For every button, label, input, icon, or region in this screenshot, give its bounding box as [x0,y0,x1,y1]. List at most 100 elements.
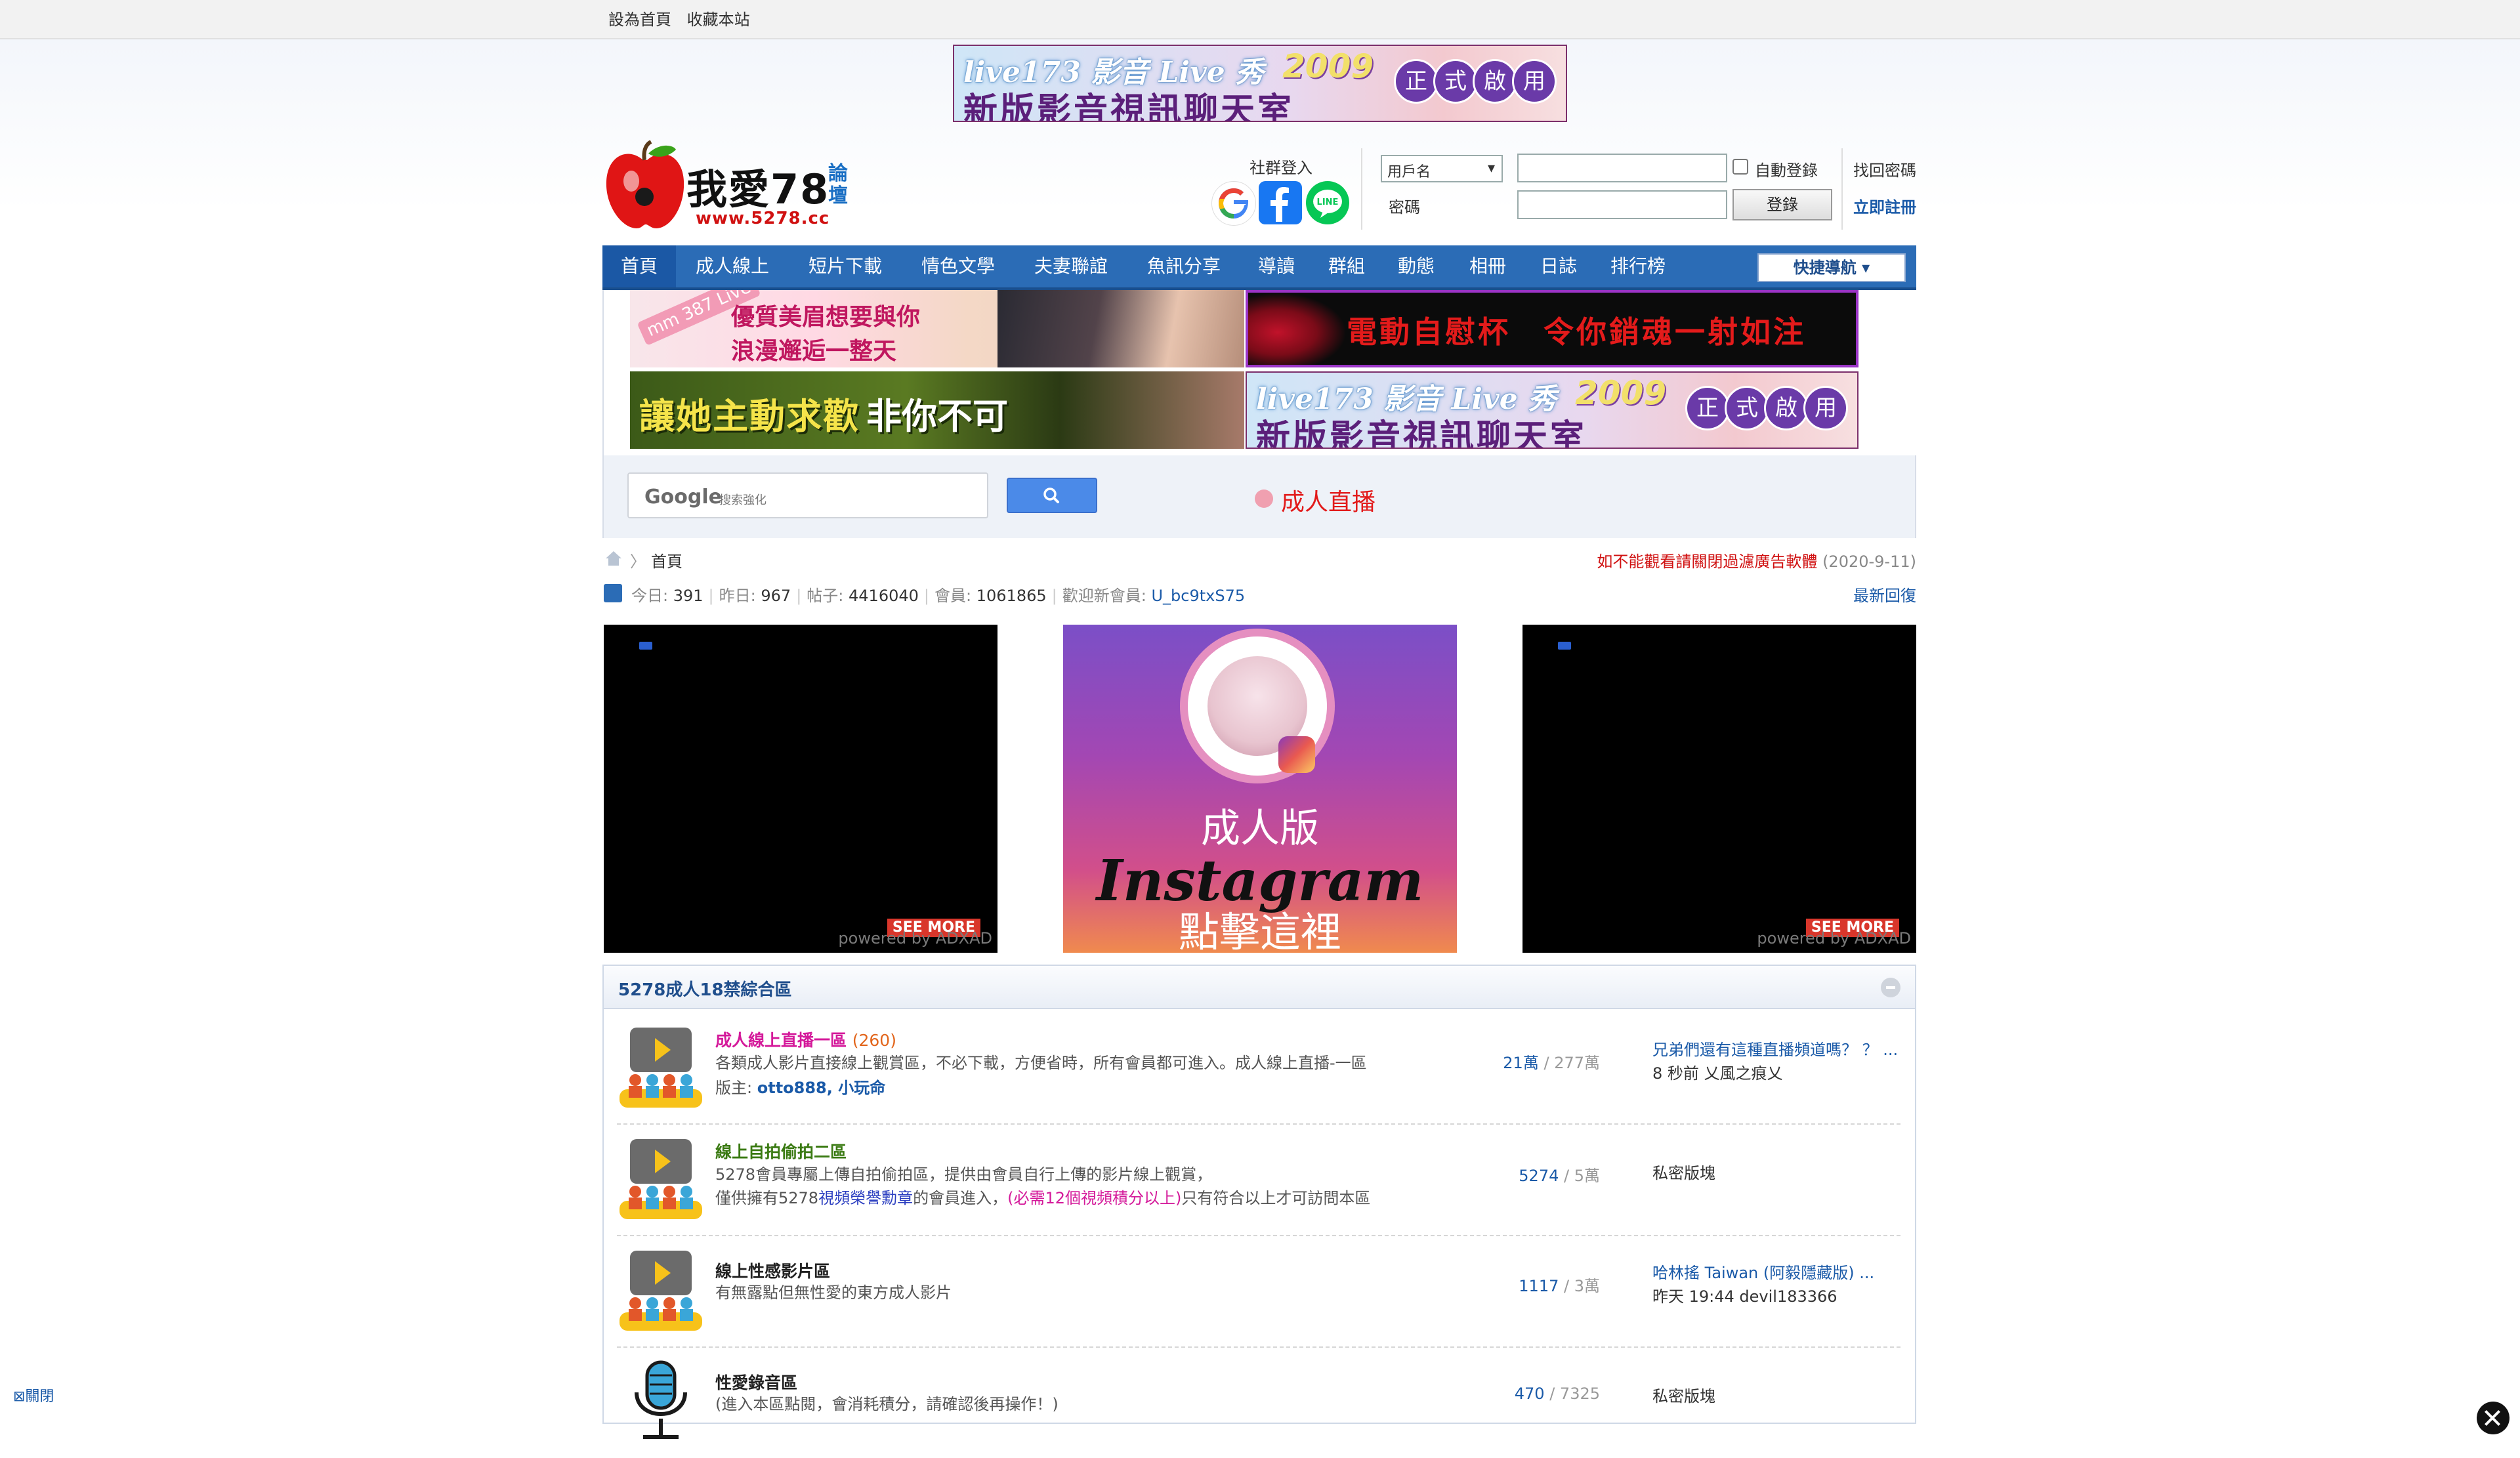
username-input[interactable] [1517,154,1727,182]
forum-description: 各類成人影片直接線上觀賞區，不必下載，方便省時，所有會員都可進入。成人線上直播-… [715,1054,1367,1072]
video-ad-tile[interactable]: SEE MORE powered by ADXAD [604,625,998,953]
forum-row: 線上性感影片區 有無露點但無性愛的東方成人影片 1117 / 3萬 哈林搖 Ta… [617,1236,1900,1348]
nav-item-share[interactable]: 魚訊分享 [1127,245,1240,287]
video-forum-icon[interactable] [617,1247,705,1335]
breadcrumb-separator: 〉 [630,552,646,571]
breadcrumb-home[interactable]: 首頁 [651,549,682,572]
desc-highlight: (必需12個視頻積分以上) [1007,1189,1182,1207]
live-ad-banner[interactable]: live173 影音 Live 秀 2009 新版影音視訊聊天室 正式啟用 [1246,371,1858,449]
stat-label: 會員: [934,587,972,605]
bookmark-site-link[interactable]: 收藏本站 [687,10,750,29]
moderator-links[interactable]: otto888, 小玩命 [757,1079,886,1097]
video-forum-icon[interactable] [617,1024,705,1112]
ad-badge: 啟 [1764,386,1809,430]
search-sub-label: 搜索強化 [719,493,766,507]
cup-ad-banner[interactable]: 電動自慰杯 令你銷魂一射如注 [1246,290,1858,367]
microphone-icon[interactable] [617,1358,705,1446]
home-icon[interactable] [604,549,623,568]
line-icon[interactable]: LINE [1306,181,1349,224]
login-button[interactable]: 登錄 [1732,189,1832,220]
forum-row: 線上自拍偷拍二區 5278會員專屬上傳自拍偷拍區，提供由會員自行上傳的影片線上觀… [617,1125,1900,1236]
category-header: 5278成人18禁綜合區 [604,966,1915,1009]
forum-posts: 7325 [1559,1385,1600,1403]
last-post-meta: 8 秒前 乂風之痕乂 [1652,1064,1783,1083]
medal-link[interactable]: 視頻榮譽勳章 [818,1189,913,1207]
close-icon[interactable] [2477,1402,2510,1434]
anime-ad-banner[interactable]: mm 387 Live 優質美眉想要與你 浪漫邂逅一整天 [630,290,1244,367]
separator [1361,148,1362,230]
chevron-down-icon: ▾ [1487,160,1495,177]
live-stream-link[interactable]: 成人直播 [1281,483,1376,517]
nav-item-literature[interactable]: 情色文學 [902,245,1015,287]
instagram-ad-tile[interactable]: 成人版 Instagram 點擊這裡 [1063,625,1457,953]
nav-item-short-video[interactable]: 短片下載 [789,245,902,287]
last-post-link[interactable]: 兄弟們還有這種直播頻道嗎？ ？ ... [1652,1038,1898,1062]
instagram-icon [1278,736,1315,773]
nav-item-albums[interactable]: 相冊 [1452,245,1524,287]
forum-counts: 5274 / 5萬 [1519,1167,1600,1185]
ad-year: 2009 [1282,47,1374,85]
quick-nav-label: 快捷導航 [1793,259,1857,277]
forum-posts: 5萬 [1574,1167,1600,1185]
category-title[interactable]: 5278成人18禁綜合區 [618,976,792,1001]
last-post-link[interactable]: 哈林搖 Taiwan (阿毅隱藏版) ... [1652,1261,1874,1285]
ad-text: 讓她主動求歡 [639,396,860,437]
nav-item-guide[interactable]: 導讀 [1240,245,1312,287]
video-ad-tile[interactable]: SEE MORE powered by ADXAD [1522,625,1916,953]
find-password-link[interactable]: 找回密碼 [1853,157,1916,180]
google-search-input[interactable]: Google 搜索強化 [627,472,988,518]
nav-item-ranking[interactable]: 排行榜 [1593,245,1683,287]
forum-description-line: 僅供擁有5278視頻榮譽勳章的會員進入，(必需12個視頻積分以上)只有符合以上才… [715,1186,1370,1210]
forum-counts: 470 / 7325 [1514,1385,1600,1403]
logo-text[interactable]: 我愛78 [686,156,830,215]
forum-description: (進入本區點閱，會消耗積分，請確認後再操作！) [715,1395,1059,1413]
forum-name-link[interactable]: 成人線上直播一區 (260) [715,1028,896,1051]
forum-name-link[interactable]: 線上性感影片區 [715,1259,830,1282]
quick-nav-button[interactable]: 快捷導航 ▾ [1757,253,1906,282]
password-label: 密碼 [1389,198,1420,217]
nav-item-blogs[interactable]: 日誌 [1524,245,1593,287]
forum-last-post: 私密版塊 [1652,1161,1715,1185]
google-logo: Google [644,486,722,509]
stat-yesterday: 967 [761,587,791,605]
ad-badges: 正式啟用 [1394,59,1557,104]
search-button[interactable] [1007,478,1097,513]
ad-badge: 式 [1433,59,1478,104]
forum-name: 成人線上直播一區 [715,1031,847,1050]
ad-badge: 用 [1512,59,1557,104]
notice-link[interactable]: 如不能觀看請關閉過濾廣告軟體 (2020-9-11) [1597,549,1916,572]
forum-threads: 21萬 [1503,1054,1539,1072]
ad-badge: 式 [1725,386,1769,430]
password-input[interactable] [1517,190,1727,219]
apple-logo-icon[interactable] [602,140,688,231]
forum-name-link[interactable]: 線上自拍偷拍二區 [715,1139,847,1163]
desc-text: 的會員進入， [913,1189,1008,1207]
top-toolbar: 設為首頁 收藏本站 [0,0,2520,39]
username-type-select[interactable]: 用戶名 ▾ [1381,155,1503,182]
nav-item-adult-online[interactable]: 成人線上 [676,245,789,287]
video-forum-icon[interactable] [617,1135,705,1223]
nav-item-couples[interactable]: 夫妻聯誼 [1015,245,1127,287]
svg-text:LINE: LINE [1317,198,1339,207]
nav-item-home[interactable]: 首頁 [602,245,676,287]
username-select-value: 用戶名 [1387,164,1431,180]
ad-text: 非你不可 [866,396,1008,437]
facebook-icon[interactable] [1259,181,1302,224]
ad-line: 浪漫邂逅一整天 [731,338,897,365]
separator [1841,148,1843,230]
latest-replies-link[interactable]: 最新回復 [1853,583,1916,606]
top-ad-banner[interactable]: live173 影音 Live 秀 2009 新版影音視訊聊天室 正式啟用 [953,45,1567,122]
register-link[interactable]: 立即註冊 [1853,194,1916,217]
forum-name-link[interactable]: 性愛錄音區 [715,1370,797,1394]
google-icon[interactable] [1211,181,1256,226]
close-ad-link[interactable]: ⊠關閉 [13,1385,54,1406]
collapse-icon[interactable] [1881,978,1900,997]
nav-item-activity[interactable]: 動態 [1381,245,1452,287]
newest-member-link[interactable]: U_bc9txS75 [1151,587,1245,605]
ad-image [1248,293,1347,365]
nav-item-groups[interactable]: 群組 [1312,245,1381,287]
weed-ad-banner[interactable]: 讓她主動求歡 非你不可 [630,371,1244,449]
auto-login-checkbox[interactable] [1732,159,1748,175]
live-dot-icon [1255,489,1273,508]
set-homepage-link[interactable]: 設為首頁 [608,10,671,29]
